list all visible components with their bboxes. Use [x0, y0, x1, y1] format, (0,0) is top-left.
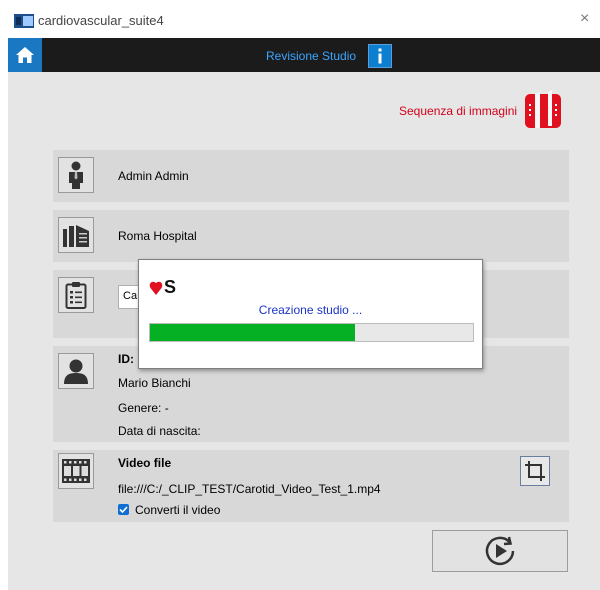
window-title: cardiovascular_suite4 [38, 13, 164, 28]
hospital-icon [58, 217, 94, 253]
operator-icon [58, 157, 94, 193]
window-titlebar: cardiovascular_suite4 × [0, 0, 600, 38]
home-icon[interactable] [8, 38, 42, 72]
hospital-row: Roma Hospital [53, 210, 569, 262]
patient-icon [58, 353, 94, 389]
video-title: Video file [118, 456, 172, 470]
clipboard-icon [58, 277, 94, 313]
patient-id-label: ID: [118, 352, 134, 366]
progress-bar-fill [150, 324, 356, 341]
patient-birth-date: Data di nascita: [118, 424, 201, 438]
app-header: Revisione Studio [8, 38, 600, 72]
video-row: Video file file:///C:/_CLIP_TEST/Carotid… [53, 450, 569, 522]
app-icon [14, 14, 34, 28]
app-logo: S [149, 277, 179, 298]
progress-dialog: S Creazione studio ... [138, 259, 483, 369]
operator-name: Admin Admin [118, 169, 189, 183]
patient-name: Mario Bianchi [118, 376, 191, 390]
image-sequence-icon[interactable] [524, 90, 562, 130]
operator-row: Admin Admin [53, 150, 569, 202]
patient-gender: Genere: - [118, 401, 169, 415]
hospital-name: Roma Hospital [118, 229, 197, 243]
image-sequence-label[interactable]: Sequenza di immagini [399, 104, 517, 118]
page-title: Revisione Studio [266, 49, 357, 63]
close-icon[interactable]: × [580, 10, 589, 28]
film-icon [58, 453, 94, 489]
progress-status: Creazione studio ... [258, 303, 363, 317]
convert-video-checkbox[interactable] [118, 504, 129, 515]
play-button[interactable] [432, 530, 568, 572]
info-icon[interactable] [368, 44, 392, 68]
logo-text: S [164, 277, 177, 297]
convert-video-label[interactable]: Converti il video [135, 503, 220, 517]
video-path: file:///C:/_CLIP_TEST/Carotid_Video_Test… [118, 482, 381, 496]
progress-bar [149, 323, 474, 342]
crop-icon[interactable] [520, 456, 550, 486]
play-icon [485, 536, 515, 566]
